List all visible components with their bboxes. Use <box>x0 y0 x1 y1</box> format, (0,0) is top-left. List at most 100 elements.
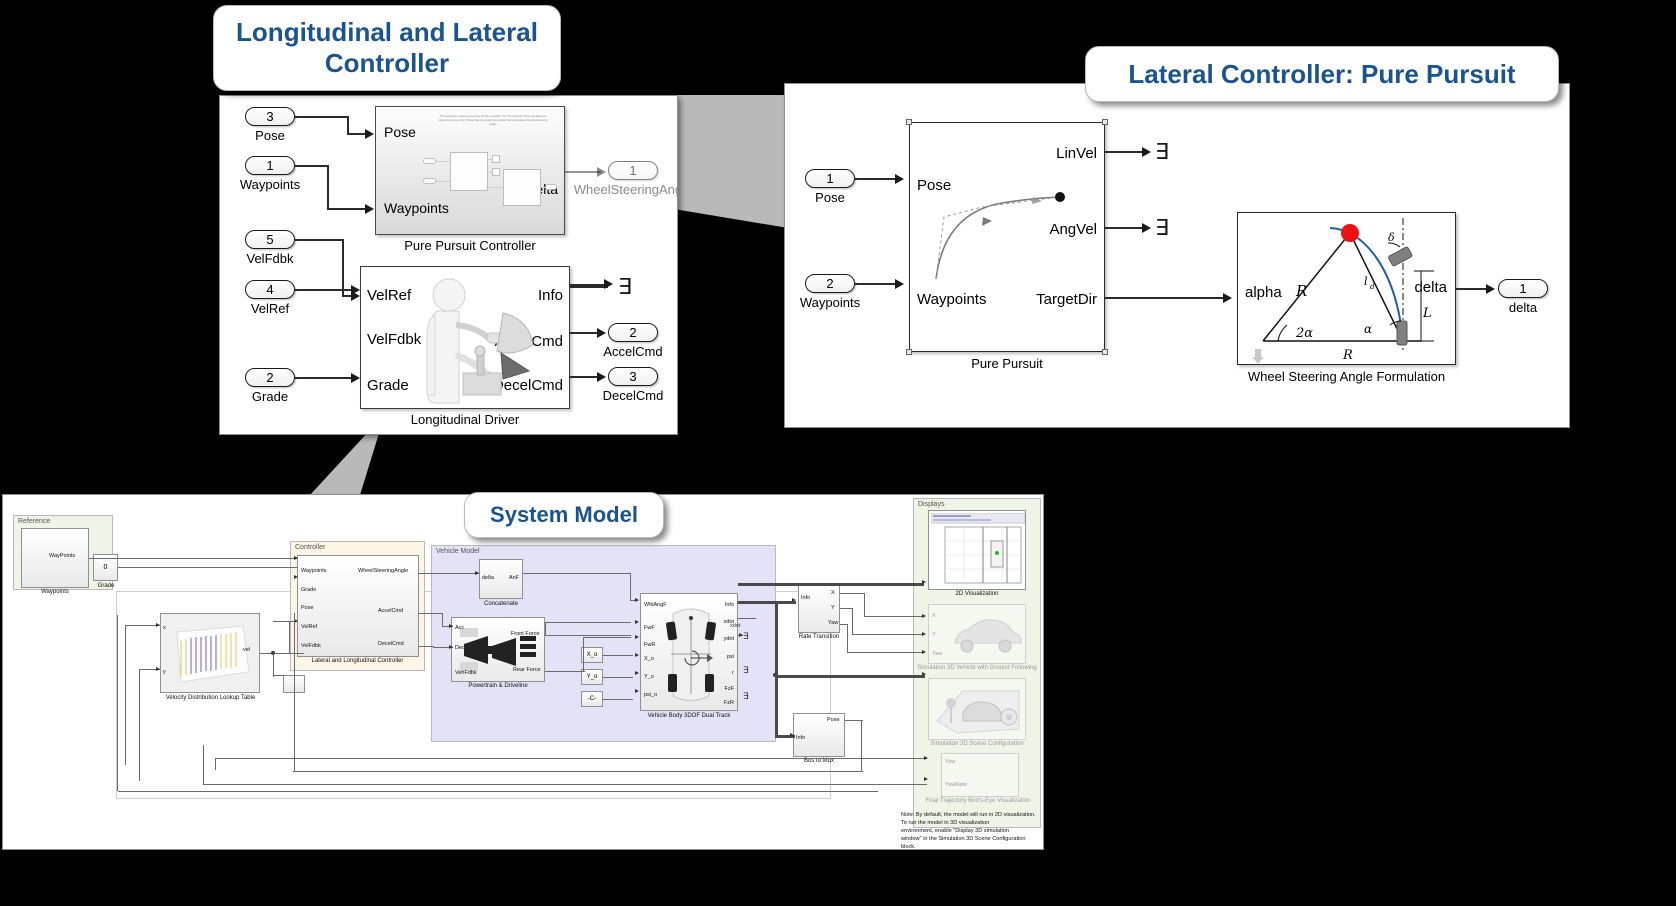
inport-grade[interactable]: 2 <box>245 368 295 387</box>
btm-inport-info: Info <box>796 735 806 741</box>
svg-text:δ: δ <box>1388 231 1395 244</box>
xo-constant-block[interactable]: X_o <box>581 647 603 663</box>
outport-wheelsteeringangle-label: WheelSteeringAngle <box>573 182 677 197</box>
pp-inport-waypoints: Waypoints <box>917 291 987 308</box>
mini-outport-a <box>492 155 500 163</box>
waypoints-outport-label: WayPoints <box>49 553 76 559</box>
inport-pose[interactable]: 3 <box>245 107 295 126</box>
mini-outport-c <box>545 184 557 190</box>
grade-block-label: Grade <box>97 583 115 589</box>
lookup-inport-y: y <box>163 669 166 675</box>
inport-velfdbk-label: VelFdbk <box>246 251 294 266</box>
vb-inport-yo: Y_o <box>644 674 654 680</box>
longitudinal-driver-label: Longitudinal Driver <box>410 412 520 427</box>
sim3d-scene-label: Simulation 3D Scene Configuration <box>930 741 1024 747</box>
rt-outport-y: Y <box>831 605 835 611</box>
outport-wheelsteeringangle[interactable]: 1 <box>608 161 658 180</box>
powertrain-label: Powertrain & Driveline <box>468 683 528 689</box>
vb-outport-fzr: FzR <box>723 700 734 706</box>
vehicle-body-3dof-block[interactable]: WhlAngF FwF FwR X_o Y_o psi_o Info xdot … <box>640 593 738 711</box>
title-system-model: System Model <box>464 492 664 538</box>
bird-eye-viz-block[interactable]: Yaw YawRate <box>941 753 1019 797</box>
sim3d-scene-block[interactable] <box>928 678 1026 740</box>
outport-decelcmd[interactable]: 3 <box>608 367 658 386</box>
vb-outport-info: Info <box>724 602 734 608</box>
vb-outport-fzf: FzF <box>724 686 734 692</box>
lc-inport-pose-label: Pose <box>815 190 845 205</box>
svg-text:R: R <box>1342 348 1353 363</box>
region-vehicle-model-label: Vehicle Model <box>436 548 480 555</box>
outport-accelcmd[interactable]: 2 <box>608 323 658 342</box>
lc-inport-pose[interactable]: 1 <box>805 169 855 188</box>
pure-pursuit-controller-block[interactable]: Pose Waypoints delta This subsystem impl… <box>375 106 565 235</box>
vb-inport-psio: psi_o <box>644 692 658 698</box>
model-note: Note: By default, the model will run in … <box>901 812 1036 850</box>
pt-inport-dec: Dec <box>455 645 465 651</box>
scope-plot-icon <box>931 513 1025 584</box>
terminator-fzr: ∃ <box>743 692 749 702</box>
pure-pursuit-block[interactable]: Pose Waypoints LinVel AngVel TargetDir <box>906 119 1108 355</box>
lateral-controller-panel: 1 Pose 2 Waypoints Pose Waypoints LinVel… <box>784 83 1570 428</box>
inport-velref-label: VelRef <box>250 301 290 316</box>
terminator-linvel: ∃ <box>1155 140 1169 165</box>
lc-outport-delta[interactable]: 1 <box>1498 279 1548 298</box>
concat-inport-delta: delta <box>482 575 494 581</box>
rt-inport-info: Info <box>801 595 811 601</box>
mini-block-b <box>503 169 541 206</box>
sim3d-vehicle-label: Simulation 3D Vehicle with Ground Follow… <box>917 665 1037 671</box>
ctrl-inport-grade: Grade <box>301 587 317 593</box>
bird-eye-viz-label: Final Trajectory Bird's-Eye Visualizatio… <box>925 798 1031 804</box>
rate-transition-label: Rate Transition <box>798 634 840 640</box>
pp-outport-linvel: LinVel <box>1056 145 1097 162</box>
mini-block-a <box>450 152 488 191</box>
lc-inport-waypoints[interactable]: 2 <box>805 274 855 293</box>
velocity-lookup-label: Velocity Distribution Lookup Table <box>165 695 256 701</box>
inport-waypoints[interactable]: 1 <box>245 156 295 175</box>
svg-text:α: α <box>1364 322 1372 336</box>
longitudinal-lateral-panel: 3 Pose 1 Waypoints 5 VelFdbk 4 VelRef 2 … <box>219 95 678 435</box>
ctrl-outport-decelcmd: DecelCmd <box>378 641 404 647</box>
driver-mask-icon <box>426 278 534 404</box>
car-icon <box>954 619 1022 653</box>
sim3dveh-inport-y: Y <box>932 632 936 638</box>
velocity-lookup-block[interactable] <box>160 613 260 693</box>
wheel-steering-angle-block[interactable]: 2α α δ l d R L alpha R delta <box>1237 212 1456 365</box>
pt-outport-frontforce: Front Force <box>511 631 540 637</box>
sim3dveh-inport-x: X <box>932 613 936 619</box>
pt-inport-acc: Acc <box>455 625 465 631</box>
svg-text:l: l <box>1364 275 1368 288</box>
visualization-2d-block[interactable] <box>928 510 1026 590</box>
svg-text:d: d <box>1370 283 1375 291</box>
inport-velfdbk[interactable]: 5 <box>245 230 295 249</box>
btm-outport-pose: Pose <box>827 717 840 723</box>
terminator-ydot: ∃ <box>743 632 749 642</box>
scene-icon <box>936 690 1020 734</box>
outport-accelcmd-label: AccelCmd <box>603 344 663 359</box>
svg-text:2α: 2α <box>1295 326 1313 341</box>
vb-inport-whlangf: WhlAngF <box>644 602 667 608</box>
pp-outport-targetdir: TargetDir <box>1036 291 1097 308</box>
ctrl-inport-waypoints: Waypoints <box>301 568 327 574</box>
pp-ctrl-inport-pose: Pose <box>384 124 416 140</box>
vb-outport-r: r <box>732 670 734 676</box>
inport-velref[interactable]: 4 <box>245 280 295 299</box>
longitudinal-driver-block[interactable]: VelRef VelFdbk Grade Info AccelCmd Decel… <box>360 266 570 409</box>
psio-constant-block[interactable]: -C- <box>581 691 603 707</box>
wheel-steering-angle-label: Wheel Steering Angle Formulation <box>1247 369 1446 384</box>
lc-inport-waypoints-label: Waypoints <box>799 295 861 310</box>
pure-pursuit-mask-icon <box>935 192 1065 280</box>
pt-inport-vehfdbk: VehFdbk <box>455 670 477 676</box>
system-model-panel: Reference WayPoints Waypoints 0 Grade x … <box>2 494 1044 850</box>
concat-outport-anf: AnF <box>509 575 520 581</box>
outport-decelcmd-label: DecelCmd <box>602 388 664 403</box>
mini-inport-a <box>423 158 436 164</box>
inport-grade-label: Grade <box>251 389 289 404</box>
sim3d-vehicle-block[interactable]: X Y Yaw <box>928 604 1026 664</box>
controller-block-label: Lateral and Longitudinal Controller <box>311 658 404 664</box>
vehicle-body-icon <box>666 608 716 701</box>
birdeye-inport-yaw: Yaw <box>945 759 956 765</box>
sim3dveh-inport-yaw: Yaw <box>932 651 943 657</box>
pure-pursuit-label: Pure Pursuit <box>971 356 1043 371</box>
mini-outport-b <box>492 168 500 176</box>
vb-inport-xo: X_o <box>644 656 654 662</box>
